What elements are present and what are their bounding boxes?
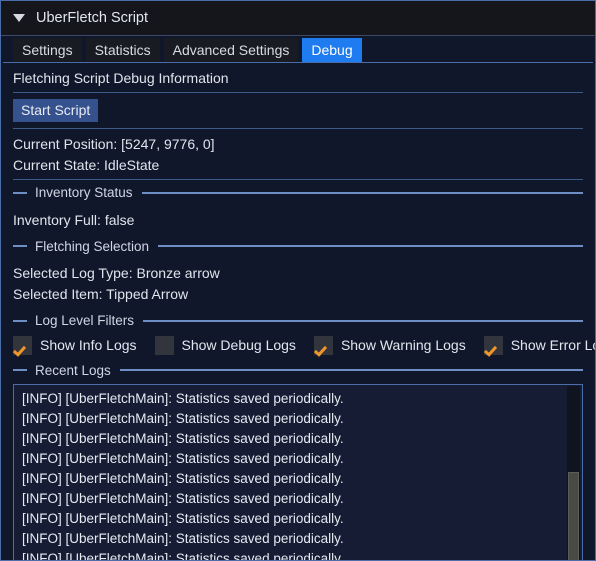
log-line: [INFO] [UberFletchMain]: Statistics save… — [22, 531, 344, 546]
log-line: [INFO] [UberFletchMain]: Statistics save… — [22, 471, 344, 486]
window-titlebar: UberFletch Script — [1, 1, 595, 36]
checkbox-show-warning-logs[interactable]: Show Warning Logs — [313, 335, 466, 355]
status-rows: Current Position: [5247, 9776, 0] Curren… — [1, 129, 595, 179]
log-line: [INFO] [UberFletchMain]: Statistics save… — [22, 491, 344, 506]
checkbox-label: Show Info Logs — [40, 337, 137, 353]
triangle-down-icon[interactable] — [13, 14, 25, 22]
section-label: Fletching Selection — [35, 238, 150, 254]
section-rule — [158, 245, 583, 248]
section-rule — [141, 191, 583, 194]
tab-strip: Settings Statistics Advanced Settings Debug — [13, 38, 595, 62]
start-button-row: Start Script — [1, 93, 595, 128]
log-line: [INFO] [UberFletchMain]: Statistics save… — [22, 431, 344, 446]
checkbox-label: Show Debug Logs — [181, 337, 296, 353]
section-rule — [143, 319, 583, 322]
tab-statistics[interactable]: Statistics — [85, 38, 160, 62]
log-line: [INFO] [UberFletchMain]: Statistics save… — [22, 551, 344, 561]
checkmark-icon[interactable] — [313, 335, 333, 355]
tab-advanced-settings[interactable]: Advanced Settings — [163, 38, 299, 62]
checkmark-icon[interactable] — [483, 335, 503, 355]
recent-logs-panel[interactable]: [INFO] [UberFletchMain]: Statistics save… — [13, 384, 583, 561]
checkmark-icon[interactable] — [13, 335, 32, 355]
selected-log-type-text: Selected Log Type: Bronze arrow — [13, 265, 220, 281]
inventory-full-text: Inventory Full: false — [13, 211, 135, 228]
logs-scrollbar-track[interactable] — [567, 386, 580, 560]
section-header-recent-logs: Recent Logs — [1, 358, 595, 383]
tab-settings[interactable]: Settings — [13, 38, 82, 62]
debug-heading-row: Fletching Script Debug Information — [1, 63, 595, 92]
log-line: [INFO] [UberFletchMain]: Statistics save… — [22, 391, 344, 406]
section-header-fletching-selection: Fletching Selection — [1, 234, 595, 259]
checkbox-show-error-logs[interactable]: Show Error Logs — [483, 335, 595, 355]
debug-heading: Fletching Script Debug Information — [13, 70, 229, 86]
window-title: UberFletch Script — [36, 10, 149, 26]
log-line: [INFO] [UberFletchMain]: Statistics save… — [22, 511, 344, 526]
checkbox-show-debug-logs[interactable]: Show Debug Logs — [154, 335, 296, 355]
checkbox-show-info-logs[interactable]: Show Info Logs — [13, 335, 137, 355]
recent-logs-list: [INFO] [UberFletchMain]: Statistics save… — [14, 385, 582, 561]
section-label: Recent Logs — [35, 362, 111, 378]
inventory-status-body: Inventory Full: false — [1, 205, 595, 234]
section-label: Log Level Filters — [35, 313, 135, 328]
start-script-button[interactable]: Start Script — [13, 99, 99, 122]
section-dash-icon — [13, 191, 27, 194]
section-rule — [119, 369, 583, 372]
uberfletch-script-window: UberFletch Script Settings Statistics Adva… — [0, 0, 596, 561]
section-dash-icon — [13, 245, 27, 248]
log-line: [INFO] [UberFletchMain]: Statistics save… — [22, 451, 344, 466]
empty-checkbox-icon[interactable] — [154, 335, 174, 355]
selected-item-text: Selected Item: Tipped Arrow — [13, 286, 189, 302]
section-dash-icon — [13, 369, 27, 372]
fletching-selection-body: Selected Log Type: Bronze arrow Selected… — [1, 258, 595, 308]
section-header-inventory-status: Inventory Status — [1, 180, 595, 205]
log-line: [INFO] [UberFletchMain]: Statistics save… — [22, 411, 344, 426]
logs-scrollbar-thumb[interactable] — [568, 472, 579, 560]
tab-debug[interactable]: Debug — [302, 38, 362, 62]
section-dash-icon — [13, 319, 27, 322]
current-position-text: Current Position: [5247, 9776, 0] — [13, 136, 215, 152]
section-label: Inventory Status — [35, 185, 133, 200]
checkbox-label: Show Error Logs — [510, 337, 595, 353]
current-state-text: Current State: IdleState — [13, 157, 160, 173]
checkbox-label: Show Warning Logs — [340, 337, 466, 353]
log-level-filter-checkboxes: Show Info Logs Show Debug Logs Show Warnin… — [1, 333, 595, 358]
section-header-log-level-filters: Log Level Filters — [1, 308, 595, 333]
